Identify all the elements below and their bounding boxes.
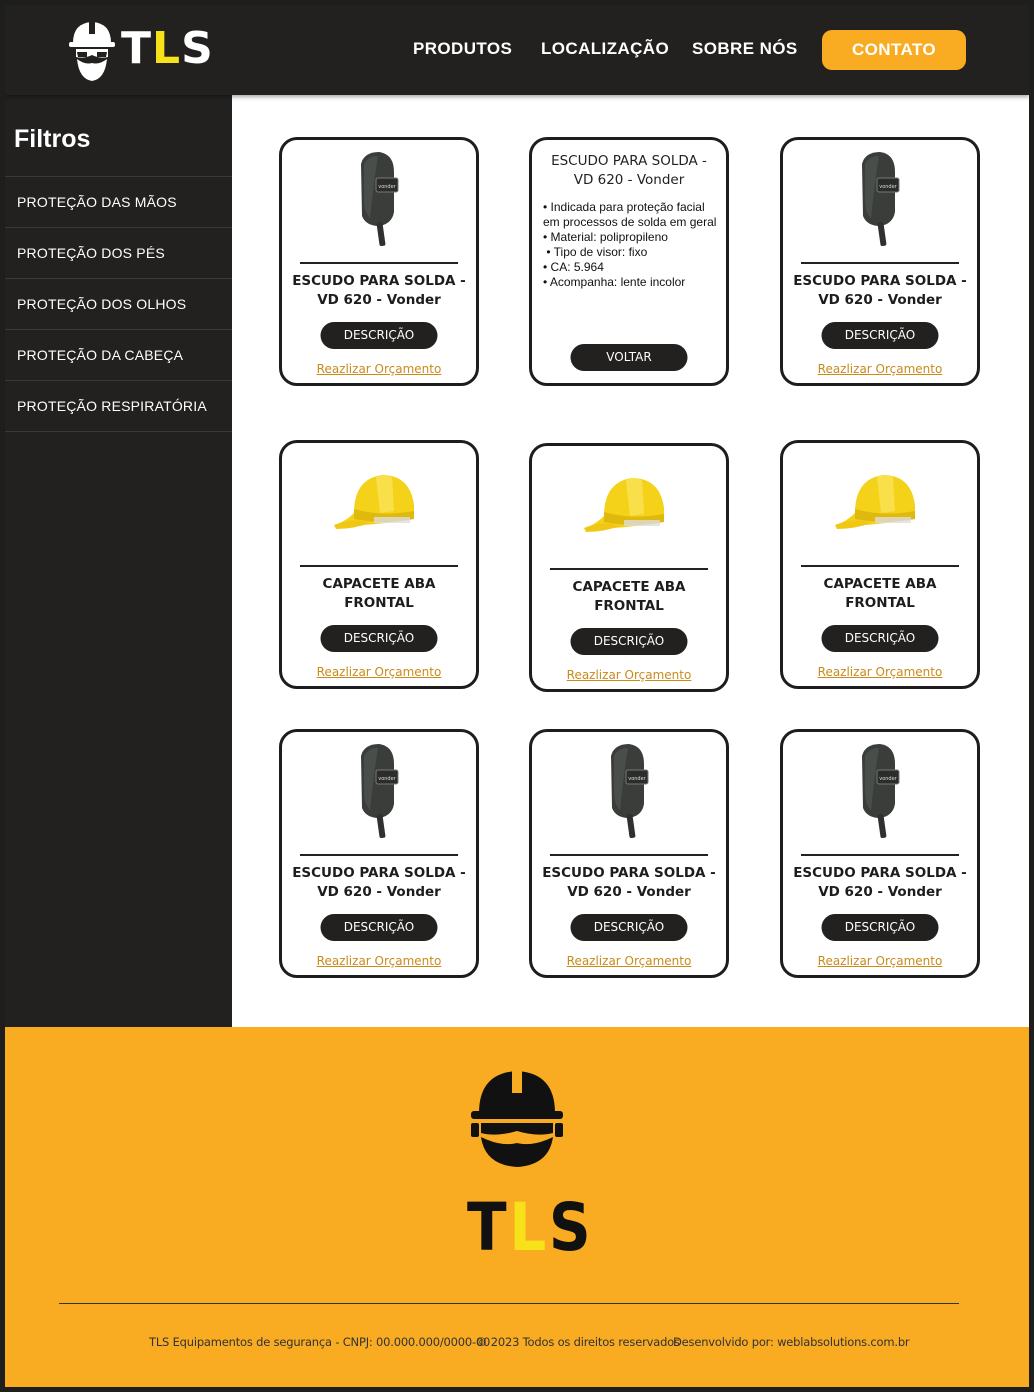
card-divider bbox=[300, 262, 458, 264]
card-divider bbox=[300, 565, 458, 567]
product-card: vonder ESCUDO PARA SOLDA - VD 620 - Vond… bbox=[529, 729, 729, 978]
nav-localizacao[interactable]: LOCALIZAÇÃO bbox=[541, 39, 669, 59]
product-card-description: ESCUDO PARA SOLDA - VD 620 - Vonder • In… bbox=[529, 137, 729, 386]
footer-wordmark: TLS bbox=[467, 1189, 594, 1266]
filter-item-olhos[interactable]: PROTEÇÃO DOS OLHOS bbox=[5, 278, 232, 329]
card-divider bbox=[801, 854, 959, 856]
product-card: CAPACETE ABA FRONTAL DESCRIÇÃO Reazlizar… bbox=[529, 443, 729, 692]
filter-item-respiratoria[interactable]: PROTEÇÃO RESPIRATÓRIA bbox=[5, 380, 232, 432]
welding-shield-icon: vonder bbox=[324, 150, 434, 250]
welding-shield-icon: vonder bbox=[324, 742, 434, 842]
welding-shield-icon: vonder bbox=[825, 150, 935, 250]
product-title: ESCUDO PARA SOLDA - VD 620 - Vonder bbox=[542, 865, 716, 900]
product-title: ESCUDO PARA SOLDA - VD 620 - Vonder bbox=[793, 273, 967, 308]
product-card: CAPACETE ABA FRONTAL DESCRIÇÃO Reazlizar… bbox=[780, 440, 980, 689]
product-card: CAPACETE ABA FRONTAL DESCRIÇÃO Reazlizar… bbox=[279, 440, 479, 689]
product-title: CAPACETE ABA FRONTAL bbox=[823, 576, 937, 611]
hard-hat-icon bbox=[825, 453, 935, 553]
card-divider bbox=[300, 854, 458, 856]
svg-text:vonder: vonder bbox=[378, 184, 396, 190]
description-button[interactable]: DESCRIÇÃO bbox=[821, 914, 939, 941]
contact-button[interactable]: CONTATO bbox=[822, 30, 966, 70]
site-footer: TLS TLS Equipamentos de segurança - CNPJ… bbox=[5, 1027, 1029, 1387]
description-button[interactable]: DESCRIÇÃO bbox=[821, 625, 939, 652]
product-card: vonder ESCUDO PARA SOLDA - VD 620 - Vond… bbox=[279, 729, 479, 978]
quote-link[interactable]: Reazlizar Orçamento bbox=[282, 954, 476, 968]
welding-shield-icon: vonder bbox=[825, 742, 935, 842]
quote-link[interactable]: Reazlizar Orçamento bbox=[282, 665, 476, 679]
detail-line: • Tipo de visor: fixo bbox=[543, 245, 648, 259]
product-title: CAPACETE ABA FRONTAL bbox=[572, 579, 686, 614]
worker-head-icon bbox=[69, 20, 115, 81]
filters-sidebar: Filtros PROTEÇÃO DAS MÃOS PROTEÇÃO DOS P… bbox=[5, 95, 232, 1027]
nav-produtos[interactable]: PRODUTOS bbox=[413, 39, 512, 59]
description-button[interactable]: DESCRIÇÃO bbox=[570, 914, 688, 941]
product-grid: vonder ESCUDO PARA SOLDA - VD 620 - Vond… bbox=[232, 95, 1029, 1027]
worker-head-icon bbox=[471, 1069, 563, 1167]
filter-item-pes[interactable]: PROTEÇÃO DOS PÉS bbox=[5, 227, 232, 278]
quote-link[interactable]: Reazlizar Orçamento bbox=[783, 954, 977, 968]
detail-line: • Acompanha: lente incolor bbox=[543, 275, 686, 289]
product-card: vonder ESCUDO PARA SOLDA - VD 620 - Vond… bbox=[780, 137, 980, 386]
product-card: vonder ESCUDO PARA SOLDA - VD 620 - Vond… bbox=[780, 729, 980, 978]
card-divider bbox=[801, 262, 959, 264]
hard-hat-icon bbox=[324, 453, 434, 553]
description-button[interactable]: DESCRIÇÃO bbox=[320, 914, 438, 941]
hard-hat-icon bbox=[574, 456, 684, 556]
svg-text:vonder: vonder bbox=[378, 776, 396, 782]
description-button[interactable]: DESCRIÇÃO bbox=[821, 322, 939, 349]
quote-link[interactable]: Reazlizar Orçamento bbox=[282, 362, 476, 376]
product-details: • Indicada para proteção facial em proce… bbox=[543, 200, 718, 290]
card-divider bbox=[550, 568, 708, 570]
quote-link[interactable]: Reazlizar Orçamento bbox=[783, 362, 977, 376]
detail-line: • Material: polipropileno bbox=[543, 230, 668, 244]
brand-wordmark: TLS bbox=[121, 23, 214, 74]
description-button[interactable]: DESCRIÇÃO bbox=[320, 625, 438, 652]
back-button[interactable]: VOLTAR bbox=[570, 344, 688, 371]
top-header: TLS PRODUTOS LOCALIZAÇÃO SOBRE NÓS CONTA… bbox=[5, 5, 1029, 95]
card-divider bbox=[801, 565, 959, 567]
svg-text:vonder: vonder bbox=[628, 776, 646, 782]
detail-line: • CA: 5.964 bbox=[543, 260, 604, 274]
footer-developer-link[interactable]: Desenvolvido por: weblabsolutions.com.br bbox=[673, 1335, 910, 1349]
footer-divider bbox=[59, 1303, 959, 1304]
page: TLS PRODUTOS LOCALIZAÇÃO SOBRE NÓS CONTA… bbox=[5, 5, 1029, 1387]
product-title: ESCUDO PARA SOLDA - VD 620 - Vonder bbox=[793, 865, 967, 900]
svg-text:vonder: vonder bbox=[879, 184, 897, 190]
filter-list: PROTEÇÃO DAS MÃOS PROTEÇÃO DOS PÉS PROTE… bbox=[5, 176, 232, 432]
svg-text:vonder: vonder bbox=[879, 776, 897, 782]
product-title: ESCUDO PARA SOLDA - VD 620 - Vonder bbox=[292, 273, 466, 308]
filter-item-cabeca[interactable]: PROTEÇÃO DA CABEÇA bbox=[5, 329, 232, 380]
product-title: CAPACETE ABA FRONTAL bbox=[322, 576, 436, 611]
product-title: ESCUDO PARA SOLDA - VD 620 - Vonder bbox=[551, 153, 707, 188]
nav-sobre-nos[interactable]: SOBRE NÓS bbox=[692, 39, 798, 59]
detail-line: • Indicada para proteção facial em proce… bbox=[543, 200, 717, 229]
quote-link[interactable]: Reazlizar Orçamento bbox=[532, 954, 726, 968]
card-divider bbox=[550, 854, 708, 856]
quote-link[interactable]: Reazlizar Orçamento bbox=[783, 665, 977, 679]
welding-shield-icon: vonder bbox=[574, 742, 684, 842]
brand-logo[interactable]: TLS bbox=[67, 17, 213, 85]
product-title: ESCUDO PARA SOLDA - VD 620 - Vonder bbox=[292, 865, 466, 900]
footer-company: TLS Equipamentos de segurança - CNPJ: 00… bbox=[149, 1335, 491, 1349]
filter-item-maos[interactable]: PROTEÇÃO DAS MÃOS bbox=[5, 176, 232, 227]
description-button[interactable]: DESCRIÇÃO bbox=[320, 322, 438, 349]
quote-link[interactable]: Reazlizar Orçamento bbox=[532, 668, 726, 682]
footer-copyright: © 2023 Todos os direitos reservados bbox=[476, 1335, 680, 1349]
filters-title: Filtros bbox=[14, 125, 91, 153]
product-card: vonder ESCUDO PARA SOLDA - VD 620 - Vond… bbox=[279, 137, 479, 386]
description-button[interactable]: DESCRIÇÃO bbox=[570, 628, 688, 655]
